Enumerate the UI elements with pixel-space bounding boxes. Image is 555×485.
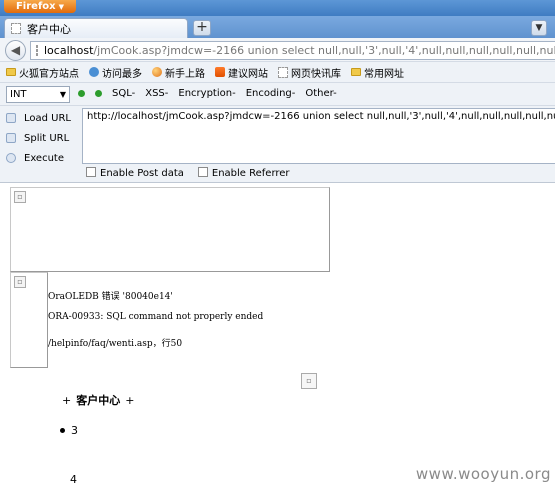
url-path: /jmCook.asp?jmdcw=-2166 union select nul… (93, 44, 555, 57)
menu-prefix: + (62, 393, 72, 407)
bookmark-item[interactable]: 常用网址 (351, 65, 404, 80)
bookmark-label: 建议网站 (228, 68, 268, 80)
hackbar-menu: SQL- XSS- Encryption- Encoding- Other- (78, 88, 337, 99)
hackbar-panel: Load URL Split URL Execute http://localh… (0, 106, 555, 183)
hackbar-toolbar: INT ▼ SQL- XSS- Encryption- Encoding- Ot… (0, 83, 555, 106)
bookmark-item[interactable]: 新手上路 (152, 65, 205, 80)
error-message: ORA-00933: SQL command not properly ende… (48, 312, 264, 322)
list-item-value: 3 (71, 424, 78, 437)
broken-image: ▫ (10, 272, 48, 368)
bookmark-label: 常用网址 (364, 68, 404, 80)
split-url-label: Split URL (24, 132, 70, 144)
checkbox-icon (197, 167, 208, 177)
page-icon (278, 66, 288, 78)
bullet-icon (60, 428, 65, 433)
broken-image: ▫ (10, 187, 330, 272)
load-icon (6, 113, 16, 123)
menu-xss[interactable]: XSS- (145, 88, 168, 99)
url-bar[interactable]: localhost/jmCook.asp?jmdcw=-2166 union s… (30, 41, 555, 60)
tab-title: 客户中心 (27, 22, 71, 36)
minus-icon[interactable] (78, 90, 85, 97)
menu-title: 客户中心 (76, 394, 121, 407)
split-icon (6, 133, 16, 143)
type-select-value: INT (10, 89, 27, 100)
error-title: OraOLEDB 错误 '80040e14' (48, 292, 173, 302)
bookmark-label: 新手上路 (165, 68, 205, 80)
url-textarea[interactable]: http://localhost/jmCook.asp?jmdcw=-2166 … (82, 108, 555, 164)
firefox-menu-button[interactable]: Firefox ▼ (4, 0, 76, 13)
firefox-menu-label: Firefox (15, 1, 56, 12)
watermark: www.wooyun.org (415, 465, 551, 483)
title-bar: Firefox ▼ (0, 0, 555, 16)
folder-icon (6, 68, 16, 76)
enable-referrer-checkbox[interactable]: Enable Referrer (197, 167, 290, 179)
enable-post-checkbox[interactable]: Enable Post data (86, 167, 184, 179)
list-item: 4 (70, 473, 77, 485)
back-button[interactable]: ◀ (5, 40, 26, 61)
enable-referrer-label: Enable Referrer (211, 168, 290, 179)
broken-image-icon: ▫ (14, 191, 26, 203)
menu-heading: + 客户中心 + (62, 392, 134, 408)
list-item: 3 (60, 424, 78, 437)
execute-icon (6, 153, 16, 163)
menu-encoding[interactable]: Encoding- (246, 88, 296, 99)
folder-icon (351, 68, 361, 76)
execute-label: Execute (24, 152, 64, 164)
bookmark-item[interactable]: 火狐官方站点 (6, 65, 79, 80)
enable-post-label: Enable Post data (100, 168, 184, 179)
tab-list-button[interactable]: ▼ (531, 20, 547, 36)
hackbar-options: Enable Post data Enable Referrer (86, 167, 290, 179)
globe-icon (152, 67, 162, 77)
url-host: localhost (44, 44, 94, 57)
checkbox-icon (86, 167, 96, 177)
page-icon (11, 23, 21, 34)
broken-image-icon: ▫ (301, 373, 317, 389)
chevron-down-icon: ▼ (58, 2, 65, 11)
bookmark-label: 网页快讯库 (291, 68, 341, 80)
broken-image-icon: ▫ (14, 276, 26, 288)
type-select[interactable]: INT ▼ (6, 86, 70, 103)
chevron-down-icon: ▼ (59, 90, 66, 99)
bookmark-item[interactable]: 网页快讯库 (278, 65, 341, 80)
load-url-button[interactable]: Load URL (6, 108, 80, 128)
execute-button[interactable]: Execute (6, 148, 80, 168)
menu-sql[interactable]: SQL- (112, 88, 135, 99)
new-tab-button[interactable]: + (193, 20, 211, 36)
page-icon (36, 45, 38, 56)
bookmarks-toolbar: 火狐官方站点 访问最多 新手上路 建议网站 网页快讯库 常用网址 (0, 62, 555, 83)
person-icon (89, 67, 99, 77)
menu-encryption[interactable]: Encryption- (178, 88, 235, 99)
error-location: /helpinfo/faq/wenti.asp，行50 (48, 339, 183, 349)
bookmark-item[interactable]: 访问最多 (89, 65, 142, 80)
menu-other[interactable]: Other- (305, 88, 336, 99)
page-content: ▫ ▫ OraOLEDB 错误 '80040e14' ORA-00933: SQ… (0, 184, 555, 485)
bookmark-label: 访问最多 (102, 68, 142, 80)
load-url-label: Load URL (24, 112, 72, 124)
tab-strip: 客户中心 + ▼ (0, 16, 555, 38)
flag-icon (215, 67, 225, 77)
navigation-bar: ◀ localhost/jmCook.asp?jmdcw=-2166 union… (0, 38, 555, 62)
bookmark-item[interactable]: 建议网站 (215, 65, 268, 80)
plus-icon[interactable] (95, 90, 102, 97)
hackbar-actions: Load URL Split URL Execute (6, 108, 80, 168)
tab-active[interactable]: 客户中心 (4, 18, 188, 38)
menu-suffix: + (125, 393, 135, 407)
split-url-button[interactable]: Split URL (6, 128, 80, 148)
bookmark-label: 火狐官方站点 (19, 68, 79, 80)
